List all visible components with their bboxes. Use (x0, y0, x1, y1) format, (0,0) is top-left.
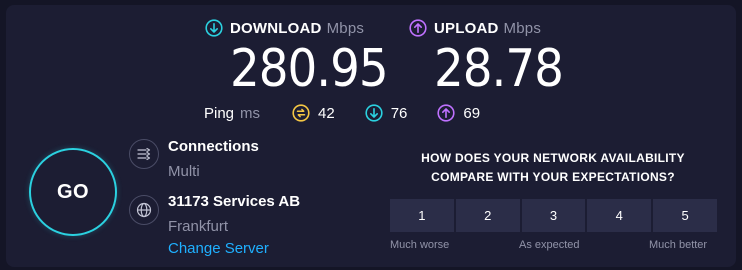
ping-label: Ping (204, 104, 235, 122)
change-server-link[interactable]: Change Server (168, 240, 269, 257)
ping-upload: 69 (437, 104, 480, 122)
ping-idle: 42 (292, 104, 335, 122)
arrow-down-circle-icon (205, 19, 223, 37)
upload-unit: Mbps (503, 19, 542, 37)
rating-option-2[interactable]: 2 (455, 199, 520, 232)
rating-option-5[interactable]: 5 (653, 199, 717, 232)
ping-idle-value: 42 (318, 104, 335, 122)
upload-value: 28.78 (434, 39, 564, 99)
download-label: DOWNLOAD (230, 19, 322, 37)
rating-scale: 1 2 3 4 5 (390, 199, 717, 232)
go-button[interactable]: GO (29, 148, 117, 236)
survey-question-line1: HOW DOES YOUR NETWORK AVAILABILITY (421, 151, 685, 165)
ping-download: 76 (365, 104, 408, 122)
globe-icon (129, 195, 159, 225)
ping-upload-value: 69 (463, 104, 481, 122)
idle-latency-icon (292, 104, 310, 122)
download-metric: DOWNLOAD Mbps 280.95 (205, 19, 389, 99)
connections-value: Multi (168, 163, 200, 180)
survey-question: HOW DOES YOUR NETWORK AVAILABILITY COMPA… (390, 149, 716, 187)
server-name: 31173 Services AB (168, 193, 301, 210)
rating-high-label: Much better (649, 239, 708, 251)
survey-question-line2: COMPARE WITH YOUR EXPECTATIONS? (431, 170, 675, 184)
ping-download-value: 76 (390, 104, 408, 122)
connections-title: Connections (168, 138, 259, 155)
server-location: Frankfurt (168, 218, 229, 235)
connections-icon[interactable] (129, 139, 159, 169)
arrow-up-circle-icon (437, 104, 456, 122)
ping-row: Ping ms 42 76 69 (204, 104, 510, 122)
rating-option-3[interactable]: 3 (521, 199, 586, 232)
rating-mid-label: As expected (519, 239, 580, 251)
upload-metric: UPLOAD Mbps 28.78 (409, 19, 564, 99)
arrow-up-circle-icon (409, 19, 427, 37)
arrow-down-circle-icon (365, 104, 383, 122)
rating-option-4[interactable]: 4 (587, 199, 652, 232)
upload-label: UPLOAD (434, 19, 499, 37)
ping-unit: ms (240, 104, 261, 122)
download-value: 280.95 (230, 39, 389, 99)
rating-low-label: Much worse (390, 239, 450, 251)
download-unit: Mbps (326, 19, 365, 37)
rating-option-1[interactable]: 1 (390, 199, 454, 232)
